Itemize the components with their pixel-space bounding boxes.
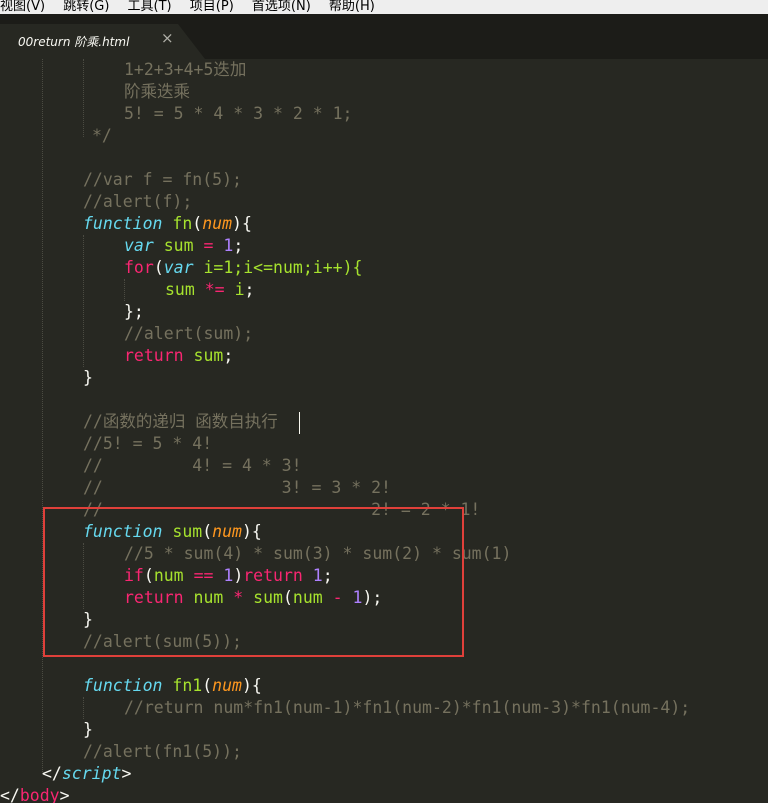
menu-help[interactable]: 帮助(H) (329, 0, 375, 14)
code-line: // 4! = 4 * 3! (83, 456, 302, 475)
code-line: // 3! = 3 * 2! (83, 478, 391, 497)
code-line: //5! = 5 * 4! (83, 434, 213, 453)
menu-tools[interactable]: 工具(T) (128, 0, 172, 14)
code-editor[interactable]: 1+2+3+4+5迭加 阶乘迭乘 5! = 5 * 4 * 3 * 2 * 1;… (0, 59, 768, 803)
code-line: for(var i=1;i<=num;i++){ (124, 258, 363, 277)
indent-guide (42, 59, 43, 774)
code-line: //alert(fn1(5)); (83, 742, 242, 761)
code-line: return sum; (124, 346, 234, 365)
indent-guide (83, 59, 84, 137)
code-line: } (83, 720, 93, 739)
code-line: */ (92, 126, 112, 145)
code-line: </body> (0, 786, 70, 803)
menu-project[interactable]: 项目(P) (190, 0, 234, 14)
indent-guide (83, 235, 84, 367)
code-line: //var f = fn(5); (83, 170, 242, 189)
indent-guide (124, 279, 125, 301)
code-line: //alert(sum); (124, 324, 254, 343)
code-line: //alert(f); (83, 192, 193, 211)
code-line: } (83, 368, 93, 387)
menu-goto[interactable]: 跳转(G) (63, 0, 109, 14)
code-line: }; (124, 302, 144, 321)
editor-tab[interactable]: 00return 阶乘.html × (0, 24, 205, 59)
tab-bar: 00return 阶乘.html × (0, 14, 768, 59)
highlight-box (43, 507, 464, 657)
code-line: function fn1(num){ (83, 676, 262, 695)
code-line: //函数的递归 函数自执行 (83, 412, 278, 431)
code-line: function fn(num){ (83, 214, 252, 233)
menu-view[interactable]: 视图(V) (0, 0, 45, 14)
tab-title: 00return 阶乘.html (18, 35, 130, 49)
code-line: var sum = 1; (124, 236, 244, 255)
text-cursor (299, 412, 300, 434)
code-line: sum *= i; (165, 280, 255, 299)
code-line: 阶乘迭乘 (124, 82, 190, 101)
menu-preferences[interactable]: 首选项(N) (252, 0, 311, 14)
code-line: </script> (42, 764, 132, 783)
close-icon[interactable]: × (161, 29, 174, 47)
indent-guide (83, 697, 84, 719)
code-line: //return num*fn1(num-1)*fn1(num-2)*fn1(n… (124, 698, 691, 717)
menu-bar: 视图(V) 跳转(G) 工具(T) 项目(P) 首选项(N) 帮助(H) (0, 0, 768, 14)
code-line: 1+2+3+4+5迭加 (124, 60, 247, 79)
code-area[interactable]: 1+2+3+4+5迭加 阶乘迭乘 5! = 5 * 4 * 3 * 2 * 1;… (0, 59, 768, 803)
code-line: 5! = 5 * 4 * 3 * 2 * 1; (124, 104, 353, 123)
